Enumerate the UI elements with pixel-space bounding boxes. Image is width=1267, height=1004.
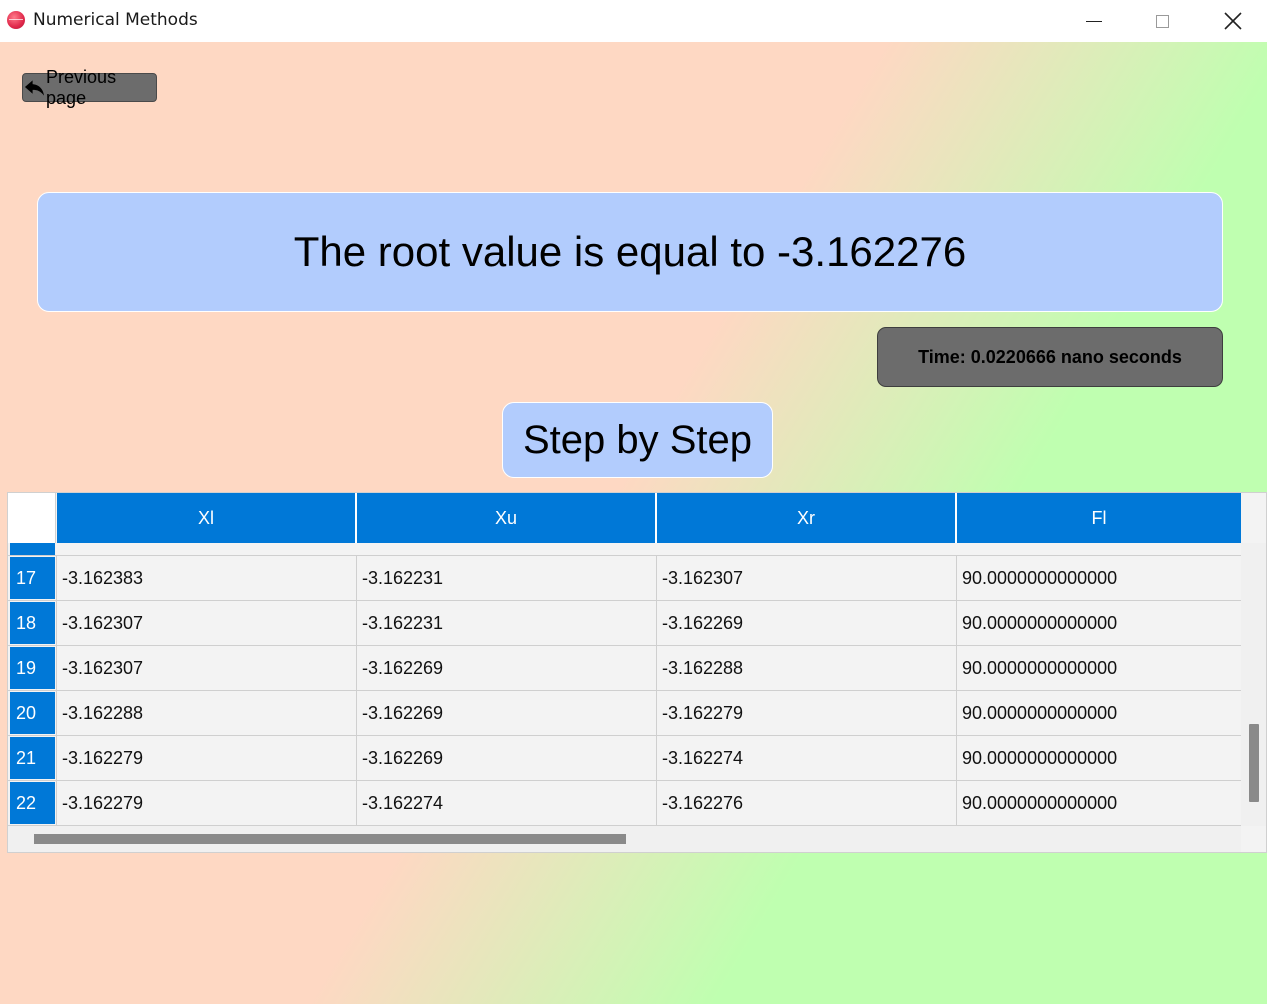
column-header-xl[interactable]: Xl	[57, 493, 357, 543]
cell-fl[interactable]: 90.0000000000000	[956, 556, 1241, 600]
app-logo-icon	[7, 11, 25, 29]
time-text: Time: 0.0220666 nano seconds	[918, 346, 1182, 367]
table-row[interactable]: 21 -3.162279 -3.162269 -3.162274 90.0000…	[8, 736, 1241, 781]
maximize-icon	[1155, 14, 1169, 28]
cell-xl[interactable]: -3.162288	[56, 691, 356, 735]
iterations-table[interactable]: Xl Xu Xr Fl 17 -3.162383 -3.162231 -3.16…	[7, 492, 1267, 853]
cell-xl[interactable]: -3.162279	[56, 781, 356, 825]
column-header-xr[interactable]: Xr	[657, 493, 957, 543]
table-row[interactable]: 22 -3.162279 -3.162274 -3.162276 90.0000…	[8, 781, 1241, 826]
row-header[interactable]: 22	[10, 782, 55, 824]
cell-xr[interactable]: -3.162288	[656, 646, 956, 690]
root-result-text: The root value is equal to -3.162276	[293, 228, 967, 275]
window-title: Numerical Methods	[33, 10, 198, 30]
cell-xu[interactable]: -3.162231	[356, 601, 656, 645]
vertical-scrollbar-thumb[interactable]	[1249, 724, 1259, 802]
step-by-step-label: Step by Step	[522, 417, 753, 462]
table-row-partial	[8, 543, 1241, 556]
cell-xr[interactable]: -3.162276	[656, 781, 956, 825]
cell-fl[interactable]: 90.0000000000000	[956, 691, 1241, 735]
column-header-fl[interactable]: Fl	[957, 493, 1241, 543]
cell-xl[interactable]: -3.162307	[56, 646, 356, 690]
main-content: Previous page The root value is equal to…	[0, 42, 1267, 1004]
minimize-button[interactable]	[1071, 0, 1117, 42]
row-header[interactable]: 20	[10, 692, 55, 734]
cell-xr[interactable]: -3.162269	[656, 601, 956, 645]
close-button[interactable]	[1210, 0, 1256, 42]
cell-xr[interactable]: -3.162279	[656, 691, 956, 735]
back-arrow-icon	[24, 79, 45, 96]
row-header[interactable]: 19	[10, 647, 55, 689]
row-header-partial	[10, 543, 55, 555]
previous-page-button[interactable]: Previous page	[22, 67, 157, 108]
root-result-panel: The root value is equal to -3.162276	[37, 192, 1223, 312]
title-bar: Numerical Methods	[0, 0, 1267, 42]
cell-fl[interactable]: 90.0000000000000	[956, 736, 1241, 780]
table-row[interactable]: 18 -3.162307 -3.162231 -3.162269 90.0000…	[8, 601, 1241, 646]
cell-fl[interactable]: 90.0000000000000	[956, 601, 1241, 645]
cell-xu[interactable]: -3.162269	[356, 691, 656, 735]
step-by-step-button[interactable]: Step by Step	[502, 402, 773, 478]
cell-xu[interactable]: -3.162269	[356, 646, 656, 690]
cell-xr[interactable]: -3.162307	[656, 556, 956, 600]
cell-xl[interactable]: -3.162279	[56, 736, 356, 780]
cell-xl[interactable]: -3.162307	[56, 601, 356, 645]
cell-xl[interactable]: -3.162383	[56, 556, 356, 600]
previous-page-label: Previous page	[46, 66, 117, 108]
cell-fl[interactable]: 90.0000000000000	[956, 781, 1241, 825]
cell-xu[interactable]: -3.162274	[356, 781, 656, 825]
cell-xu[interactable]: -3.162269	[356, 736, 656, 780]
horizontal-scrollbar-thumb[interactable]	[34, 834, 626, 844]
table-corner-header[interactable]	[8, 493, 56, 543]
column-header-xu[interactable]: Xu	[357, 493, 657, 543]
row-header[interactable]: 18	[10, 602, 55, 644]
row-header[interactable]: 21	[10, 737, 55, 779]
table-row[interactable]: 19 -3.162307 -3.162269 -3.162288 90.0000…	[8, 646, 1241, 691]
table-row[interactable]: 17 -3.162383 -3.162231 -3.162307 90.0000…	[8, 556, 1241, 601]
cell-xu[interactable]: -3.162231	[356, 556, 656, 600]
cell-xr[interactable]: -3.162274	[656, 736, 956, 780]
row-header[interactable]: 17	[10, 557, 55, 599]
minimize-icon	[1086, 20, 1102, 22]
close-icon	[1224, 12, 1242, 30]
time-badge: Time: 0.0220666 nano seconds	[877, 327, 1223, 387]
table-row[interactable]: 20 -3.162288 -3.162269 -3.162279 90.0000…	[8, 691, 1241, 736]
cell-fl[interactable]: 90.0000000000000	[956, 646, 1241, 690]
maximize-button[interactable]	[1139, 0, 1185, 42]
